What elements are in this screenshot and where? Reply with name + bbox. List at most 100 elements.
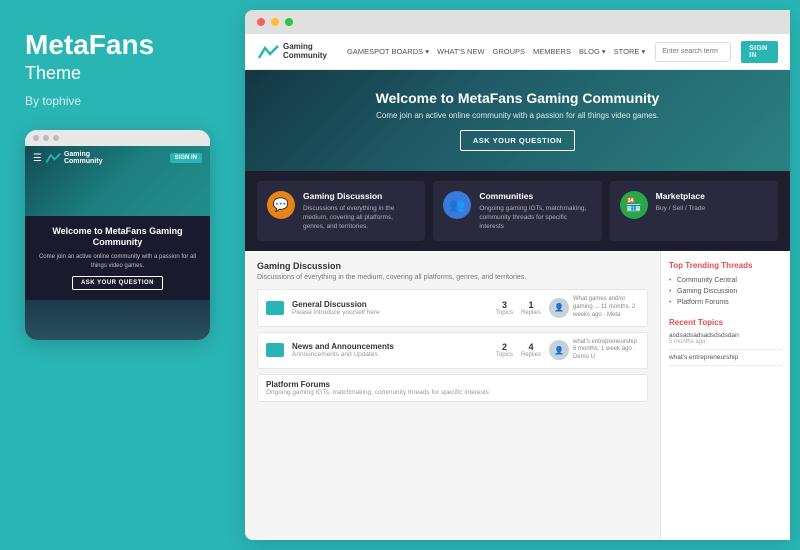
mobile-logo-text: Gaming Community: [64, 151, 103, 166]
mobile-signin-button[interactable]: SIGN IN: [170, 153, 202, 163]
mobile-preview: ☰ Gaming Community SIGN IN Welcome to Me…: [25, 130, 210, 340]
nav-links: GAMESPOT BOARDS ▾ WHAT'S NEW GROUPS MEMB…: [347, 47, 645, 56]
topics-label-2: Topics: [496, 352, 513, 358]
latest-text-1: What games and/or gaming ... 11 months, …: [573, 296, 639, 319]
search-box: 🔍: [655, 42, 731, 62]
nav-link-members[interactable]: MEMBERS: [533, 47, 571, 56]
browser-chrome: [245, 10, 790, 34]
forum-sub-news: Announcements and Updates: [292, 351, 488, 358]
topics-count-2: 2: [496, 342, 513, 352]
feature-card-communities: 👥 Communities Ongoing gaming IGTs, match…: [433, 181, 601, 241]
nav-link-blog[interactable]: BLOG ▾: [579, 47, 606, 56]
gaming-discussion-icon: 💬: [267, 191, 295, 219]
section-desc: Discussions of everything in the medium,…: [257, 274, 648, 281]
nav-link-groups[interactable]: GROUPS: [493, 47, 526, 56]
avatar-1: 👤: [549, 298, 569, 318]
trending-title: Top Trending Threads: [669, 261, 782, 270]
forum-latest-2: 👤 what's entrepreneurship 6 months, 1 we…: [549, 339, 639, 362]
forum-name-general[interactable]: General Discussion: [292, 300, 488, 309]
communities-icon: 👥: [443, 191, 471, 219]
browser-maximize-dot: [285, 18, 293, 26]
mobile-dot-1: [33, 135, 39, 141]
topics-count-1: 3: [496, 300, 513, 310]
browser-content: Gaming Community GAMESPOT BOARDS ▾ WHAT'…: [245, 34, 790, 540]
mobile-bottom: [25, 300, 210, 340]
recent-title: Recent Topics: [669, 318, 782, 327]
forum-stats-general: 3 Topics 1 Replies: [496, 300, 541, 316]
recent-text-2[interactable]: what's entrepreneurship: [669, 354, 782, 361]
mobile-logo-icon: [45, 152, 61, 164]
feature-title-communities: Communities: [479, 191, 591, 201]
recent-item-2: what's entrepreneurship: [669, 354, 782, 366]
mobile-dot-2: [43, 135, 49, 141]
feature-card-marketplace: 🏪 Marketplace Buy / Sell / Trade: [610, 181, 778, 241]
mobile-logo-area: ☰ Gaming Community: [33, 151, 102, 166]
site-logo-text: Gaming Community: [283, 43, 327, 61]
feature-cards: 💬 Gaming Discussion Discussions of every…: [245, 171, 790, 251]
feature-desc-communities: Ongoing gaming IGTs, matchmaking, commun…: [479, 204, 591, 231]
forum-item-news: News and Announcements Announcements and…: [257, 332, 648, 369]
feature-desc-marketplace: Buy / Sell / Trade: [656, 204, 706, 213]
forum-item-platform: Platform Forums Ongoing gaming IGTs, mat…: [257, 374, 648, 402]
forum-stats-news: 2 Topics 4 Replies: [496, 342, 541, 358]
site-logo: Gaming Community: [257, 43, 337, 61]
hero-content: Welcome to MetaFans Gaming Community Com…: [265, 90, 770, 151]
latest-text-2: what's entrepreneurship 6 months, 1 week…: [573, 339, 639, 362]
nav-link-boards[interactable]: GAMESPOT BOARDS ▾: [347, 47, 429, 56]
browser-minimize-dot: [271, 18, 279, 26]
hamburger-icon: ☰: [33, 153, 42, 164]
sidebar: Top Trending Threads Community Central G…: [660, 251, 790, 540]
signin-button[interactable]: SIGN IN: [741, 41, 778, 63]
hero-title: Welcome to MetaFans Gaming Community: [265, 90, 770, 106]
recent-item-1: asdsadsadsadsdsdsdan 5 months ago: [669, 332, 782, 350]
hero-cta-button[interactable]: ASK YOUR QUESTION: [460, 130, 575, 151]
section-title: Gaming Discussion: [257, 261, 648, 271]
main-content: Gaming Discussion Discussions of everyth…: [245, 251, 790, 540]
mobile-hero: ☰ Gaming Community SIGN IN: [25, 146, 210, 216]
forum-latest-1: 👤 What games and/or gaming ... 11 months…: [549, 296, 639, 319]
site-navbar: Gaming Community GAMESPOT BOARDS ▾ WHAT'…: [245, 34, 790, 70]
search-input[interactable]: [656, 48, 731, 55]
site-logo-icon: [257, 44, 279, 60]
left-panel: MetaFans Theme By tophive ☰ Gaming Commu…: [0, 0, 245, 550]
recent-text-1[interactable]: asdsadsadsadsdsdsdan: [669, 332, 782, 339]
trending-item-2[interactable]: Gaming Discussion: [669, 286, 782, 297]
platform-name[interactable]: Platform Forums: [266, 380, 639, 389]
trending-list: Community Central Gaming Discussion Plat…: [669, 275, 782, 308]
mobile-nav: ☰ Gaming Community SIGN IN: [25, 146, 210, 171]
mobile-content: Welcome to MetaFans Gaming Community Com…: [25, 216, 210, 300]
browser-close-dot: [257, 18, 265, 26]
mobile-ask-button[interactable]: ASK YOUR QUESTION: [72, 276, 163, 290]
forum-sub-general: Please introduce yourself here: [292, 309, 488, 316]
feature-title-marketplace: Marketplace: [656, 191, 706, 201]
mobile-dot-3: [53, 135, 59, 141]
brand-title: MetaFans: [25, 30, 154, 61]
replies-label-2: Replies: [521, 352, 541, 358]
nav-link-store[interactable]: STORE ▾: [614, 47, 646, 56]
feature-desc-gaming: Discussions of everything in the medium,…: [303, 204, 415, 231]
mobile-desc-text: Come join an active online community wit…: [35, 253, 200, 270]
hero-section: Welcome to MetaFans Gaming Community Com…: [245, 70, 790, 171]
avatar-2: 👤: [549, 340, 569, 360]
replies-count-2: 4: [521, 342, 541, 352]
replies-count-1: 1: [521, 300, 541, 310]
by-author: By tophive: [25, 94, 81, 108]
trending-item-3[interactable]: Platform Forums: [669, 297, 782, 308]
platform-desc: Ongoing gaming IGTs, matchmaking, commun…: [266, 389, 639, 396]
replies-label-1: Replies: [521, 310, 541, 316]
feature-card-gaming-discussion: 💬 Gaming Discussion Discussions of every…: [257, 181, 425, 241]
trending-item-1[interactable]: Community Central: [669, 275, 782, 286]
brand-subtitle: Theme: [25, 63, 81, 84]
nav-link-whats-new[interactable]: WHAT'S NEW: [437, 47, 485, 56]
content-left: Gaming Discussion Discussions of everyth…: [245, 251, 660, 540]
forum-item-general: General Discussion Please introduce your…: [257, 289, 648, 326]
topics-label-1: Topics: [496, 310, 513, 316]
forum-name-news[interactable]: News and Announcements: [292, 342, 488, 351]
feature-title-gaming: Gaming Discussion: [303, 191, 415, 201]
recent-time-1: 5 months ago: [669, 339, 782, 345]
forum-icon-news: [266, 343, 284, 357]
mobile-dots: [25, 130, 210, 146]
marketplace-icon: 🏪: [620, 191, 648, 219]
hero-desc: Come join an active online community wit…: [265, 111, 770, 120]
browser-mockup: Gaming Community GAMESPOT BOARDS ▾ WHAT'…: [245, 10, 790, 540]
